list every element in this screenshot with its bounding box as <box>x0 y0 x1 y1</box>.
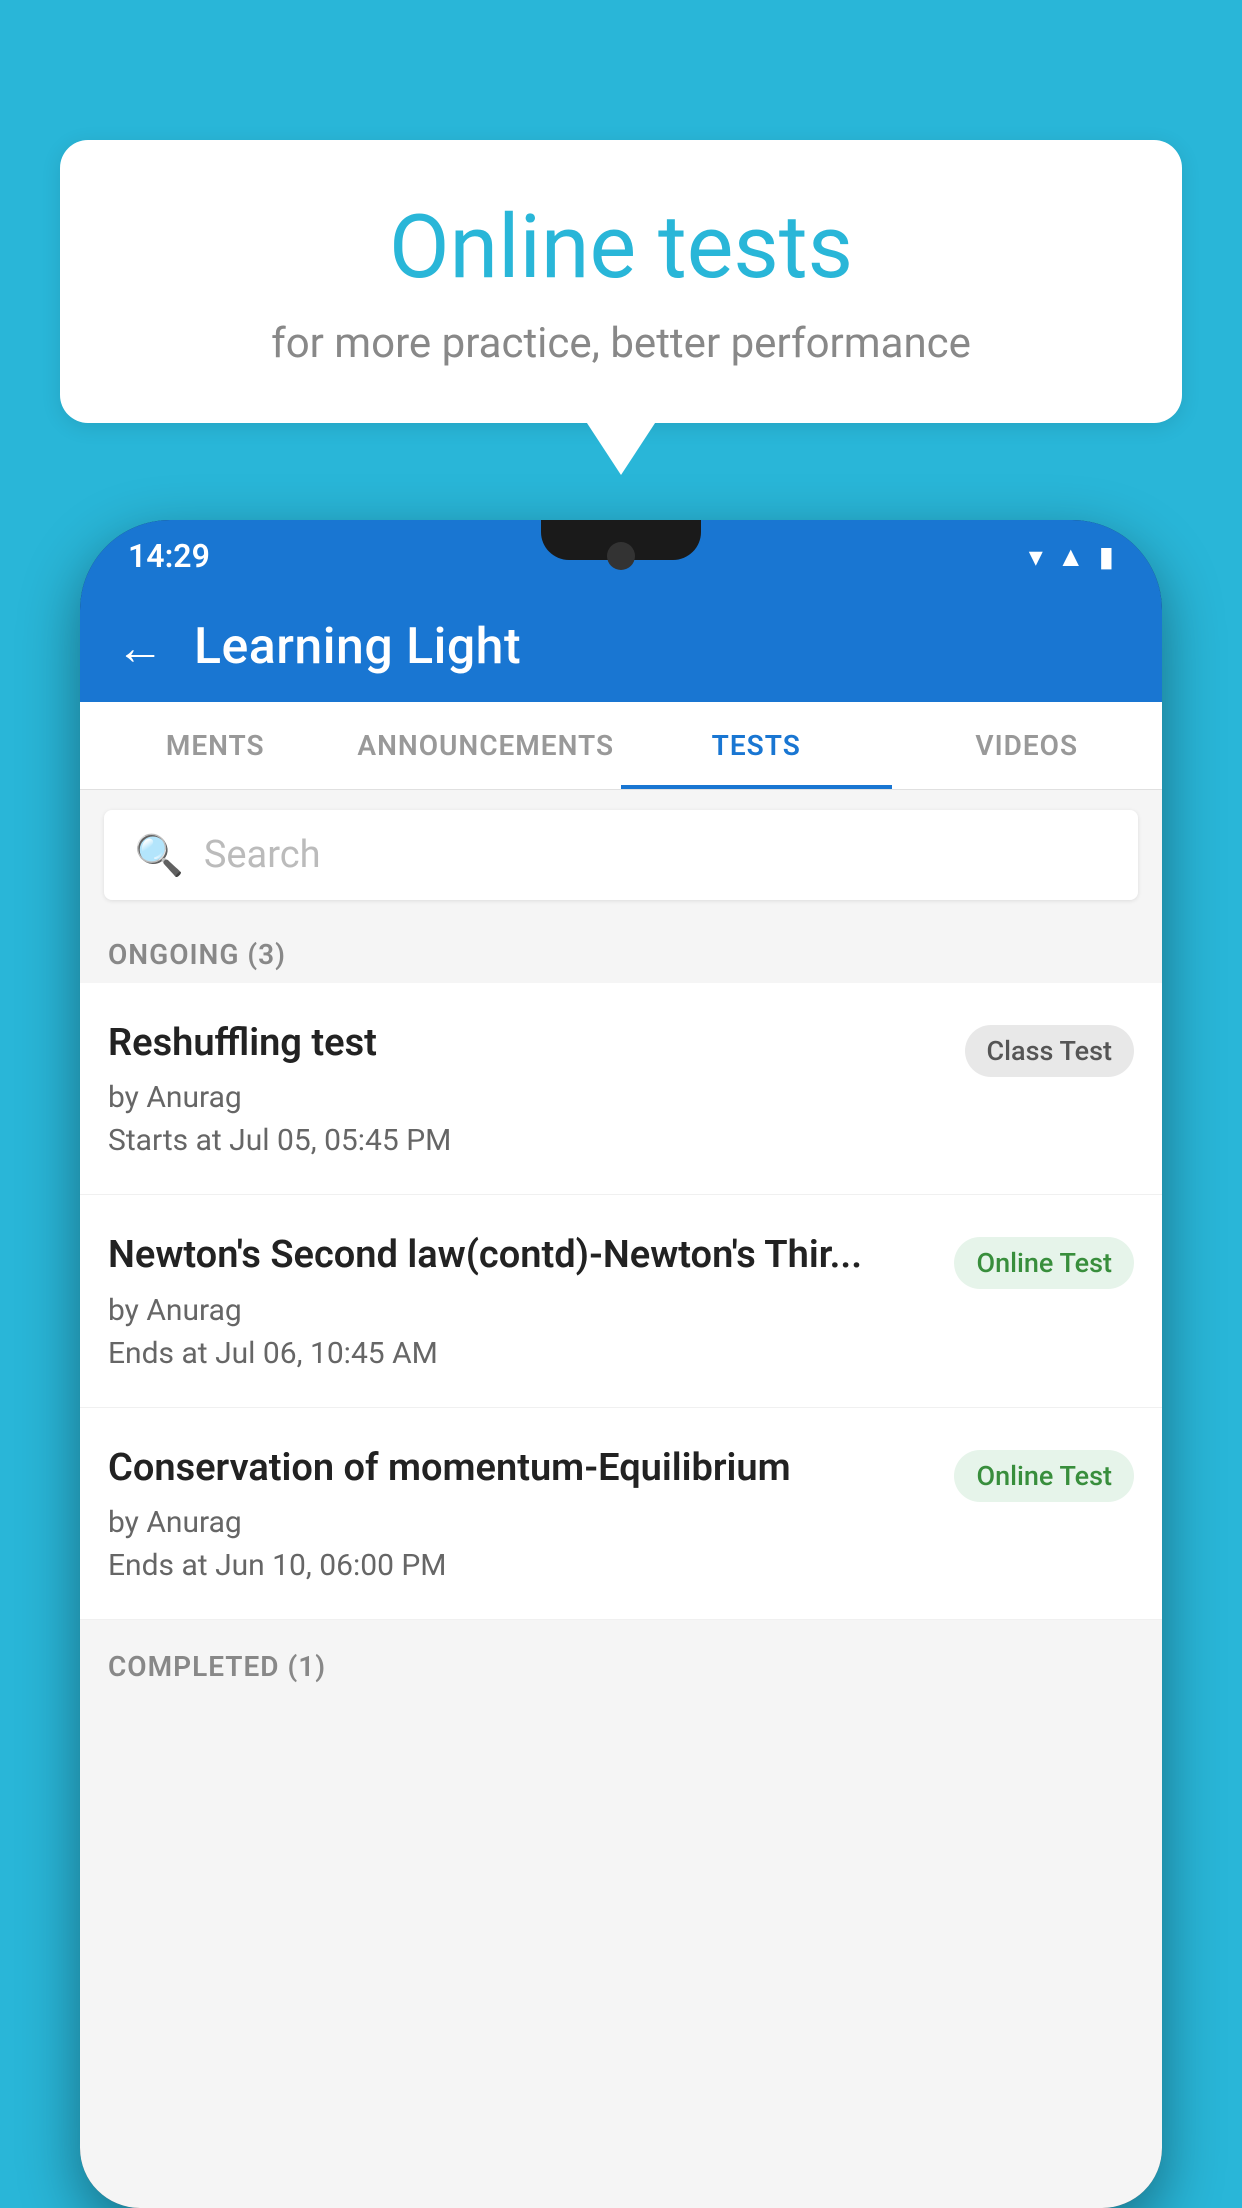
test-time-1: Starts at Jul 05, 05:45 PM <box>108 1123 945 1158</box>
phone-frame: 14:29 ▾ ▲ ▮ ← Learning Light MENTS ANNOU… <box>80 520 1162 2208</box>
test-info-1: Reshuffling test by Anurag Starts at Jul… <box>108 1019 945 1158</box>
test-badge-3: Online Test <box>954 1450 1134 1502</box>
test-badge-2: Online Test <box>954 1237 1134 1289</box>
ongoing-section-header: ONGOING (3) <box>80 920 1162 983</box>
search-icon: 🔍 <box>134 832 184 879</box>
bubble-subtitle: for more practice, better performance <box>130 319 1112 368</box>
tab-bar: MENTS ANNOUNCEMENTS TESTS VIDEOS <box>80 702 1162 790</box>
test-time-3: Ends at Jun 10, 06:00 PM <box>108 1548 934 1583</box>
bubble-title: Online tests <box>130 200 1112 297</box>
test-info-3: Conservation of momentum-Equilibrium by … <box>108 1444 934 1583</box>
status-time: 14:29 <box>128 537 210 575</box>
test-name-1: Reshuffling test <box>108 1019 945 1068</box>
test-info-2: Newton's Second law(contd)-Newton's Thir… <box>108 1231 934 1370</box>
test-author-2: by Anurag <box>108 1293 934 1328</box>
test-list: Reshuffling test by Anurag Starts at Jul… <box>80 983 1162 1620</box>
app-bar: ← Learning Light <box>80 592 1162 702</box>
back-button[interactable]: ← <box>116 619 164 676</box>
signal-icon: ▲ <box>1057 540 1085 573</box>
test-item-2[interactable]: Newton's Second law(contd)-Newton's Thir… <box>80 1195 1162 1407</box>
tab-tests[interactable]: TESTS <box>621 702 892 789</box>
tab-videos[interactable]: VIDEOS <box>892 702 1163 789</box>
test-item-1[interactable]: Reshuffling test by Anurag Starts at Jul… <box>80 983 1162 1195</box>
test-name-3: Conservation of momentum-Equilibrium <box>108 1444 934 1493</box>
speech-bubble: Online tests for more practice, better p… <box>60 140 1182 423</box>
test-time-2: Ends at Jul 06, 10:45 AM <box>108 1336 934 1371</box>
test-badge-1: Class Test <box>965 1025 1135 1077</box>
content-area: 🔍 Search ONGOING (3) Reshuffling test by… <box>80 790 1162 2208</box>
test-author-3: by Anurag <box>108 1505 934 1540</box>
search-placeholder: Search <box>204 833 321 877</box>
wifi-icon: ▾ <box>1029 540 1043 573</box>
test-name-2: Newton's Second law(contd)-Newton's Thir… <box>108 1231 934 1280</box>
test-item-3[interactable]: Conservation of momentum-Equilibrium by … <box>80 1408 1162 1620</box>
battery-icon: ▮ <box>1099 540 1114 573</box>
status-bar: 14:29 ▾ ▲ ▮ <box>80 520 1162 592</box>
test-author-1: by Anurag <box>108 1080 945 1115</box>
search-bar[interactable]: 🔍 Search <box>104 810 1138 900</box>
tab-ments[interactable]: MENTS <box>80 702 351 789</box>
camera-notch <box>607 542 635 570</box>
status-icons: ▾ ▲ ▮ <box>1029 540 1114 573</box>
app-title: Learning Light <box>194 618 521 676</box>
tab-announcements[interactable]: ANNOUNCEMENTS <box>351 702 622 789</box>
completed-section-header: COMPLETED (1) <box>80 1632 1162 1695</box>
